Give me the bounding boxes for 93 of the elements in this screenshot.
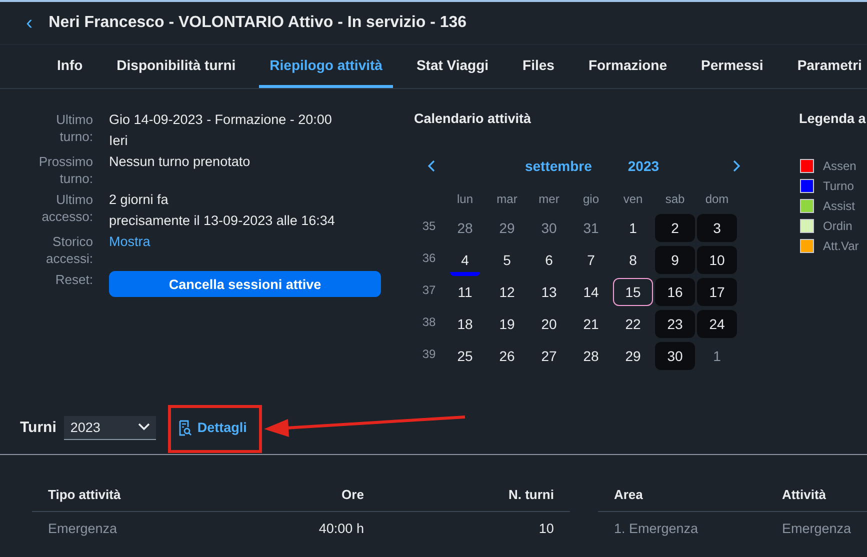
calendar-day[interactable]: 11 — [445, 278, 485, 306]
tab[interactable]: Info — [46, 45, 94, 88]
tab[interactable]: Parametri — [786, 45, 867, 88]
calendar-day[interactable]: 20 — [529, 310, 569, 338]
tab[interactable]: Formazione — [577, 45, 678, 88]
week-number: 35 — [421, 218, 437, 235]
calendar-day[interactable]: 28 — [445, 214, 485, 242]
column-header: N. turni — [507, 486, 554, 502]
weekday-label: dom — [704, 191, 730, 208]
calendar-day[interactable]: 27 — [529, 342, 569, 370]
week-number: 38 — [421, 314, 437, 331]
field-value: Nessun turno prenotato — [109, 153, 250, 170]
tab[interactable]: Files — [512, 45, 566, 88]
calendar-day[interactable]: 8 — [613, 246, 653, 274]
weekday-label: ven — [622, 191, 644, 208]
calendar-day[interactable]: 23 — [655, 310, 695, 338]
week-number: 37 — [421, 282, 437, 299]
details-button[interactable]: Dettagli — [174, 420, 251, 436]
calendar-day[interactable]: 1 — [613, 214, 653, 242]
calendar-day[interactable]: 29 — [487, 214, 527, 242]
calendar-day[interactable]: 30 — [655, 342, 695, 370]
calendar-day[interactable]: 25 — [445, 342, 485, 370]
calendar-day[interactable]: 13 — [529, 278, 569, 306]
table-cell-text: 10 — [538, 520, 554, 536]
column-header: Area — [614, 486, 644, 502]
clear-sessions-button[interactable]: Cancella sessioni attive — [109, 271, 381, 297]
calendar-day[interactable]: 22 — [613, 310, 653, 338]
tab[interactable]: Disponibilità turni — [106, 45, 247, 88]
calendar-day[interactable]: 5 — [487, 246, 527, 274]
calendar-title: Calendario attività — [414, 111, 532, 126]
calendar-day[interactable]: 31 — [571, 214, 611, 242]
calendar-day[interactable]: 7 — [571, 246, 611, 274]
tab[interactable]: Stat Viaggi — [405, 45, 500, 88]
weekday-label: mar — [496, 191, 518, 208]
calendar-day[interactable]: 30 — [529, 214, 569, 242]
document-search-icon — [178, 420, 192, 436]
weekday-label: lun — [456, 191, 474, 208]
year-button[interactable]: 2023 — [628, 158, 660, 174]
tab[interactable]: Riepilogo attività — [258, 45, 394, 88]
calendar-day[interactable]: 3 — [697, 214, 737, 242]
field-value: Gio 14-09-2023 - Formazione - 20:00 — [109, 111, 332, 128]
calendar-day[interactable]: 4 — [445, 246, 485, 274]
calendar-day[interactable]: 19 — [487, 310, 527, 338]
tab[interactable]: Permessi — [690, 45, 774, 88]
legend-label: Ordin — [823, 219, 852, 233]
calendar-day[interactable]: 15 — [613, 278, 653, 306]
field-label: Storico accessi: — [45, 233, 93, 267]
weekday-label: mer — [538, 191, 560, 208]
table-cell: Emergenza — [782, 520, 851, 536]
calendar-day[interactable]: 14 — [571, 278, 611, 306]
chevron-down-icon — [138, 423, 150, 431]
legend-title: Legenda a — [799, 111, 867, 126]
weekday-label: sab — [664, 191, 686, 208]
calendar-day[interactable]: 28 — [571, 342, 611, 370]
window-title: Neri Francesco - VOLONTARIO Attivo - In servizio - 136 — [48, 14, 467, 32]
calendar-day[interactable]: 29 — [613, 342, 653, 370]
calendar-day[interactable]: 17 — [697, 278, 737, 306]
calendar-day[interactable]: 10 — [697, 246, 737, 274]
field-value: precisamente il 13-09-2023 alle 16:34 — [109, 212, 335, 229]
back-button[interactable]: ‹ — [26, 12, 33, 34]
field-label: Reset: — [54, 271, 93, 289]
column-header: Ore — [340, 486, 364, 502]
field-label: Prossimo turno: — [38, 153, 93, 187]
field-value: 2 giorni fa — [109, 191, 168, 208]
weekday-label: gio — [582, 191, 600, 208]
legend-label: Assen — [823, 159, 856, 173]
calendar-day[interactable]: 2 — [655, 214, 695, 242]
month-button[interactable]: settembre — [524, 158, 592, 174]
calendar-day[interactable]: 21 — [571, 310, 611, 338]
section-title: Turni — [20, 419, 56, 436]
calendar-day[interactable]: 26 — [487, 342, 527, 370]
field-label: Ultimo accesso: — [40, 191, 93, 226]
field-value: Ieri — [109, 132, 128, 149]
calendar-day[interactable]: 1 — [697, 342, 737, 370]
calendar-day[interactable]: 12 — [487, 278, 527, 306]
year-select[interactable]: 2023 — [64, 416, 156, 440]
table-cell-text: Emergenza — [48, 520, 118, 536]
calendar-day[interactable]: 6 — [529, 246, 569, 274]
week-number: 36 — [421, 250, 437, 267]
legend-label: Assist — [823, 199, 856, 213]
table-cell-text: 40:00 h — [318, 520, 364, 536]
calendar-day[interactable]: 9 — [655, 246, 695, 274]
table-cell-text: 1. Emergenza — [614, 520, 699, 536]
calendar-day[interactable]: 18 — [445, 310, 485, 338]
calendar-day[interactable]: 16 — [655, 278, 695, 306]
legend-label: Att.Var — [823, 239, 859, 253]
show-link[interactable]: Mostra — [109, 233, 150, 250]
column-header: Tipo attività — [48, 486, 122, 502]
week-number: 39 — [421, 346, 437, 363]
legend-label: Turno — [823, 179, 854, 193]
calendar-day[interactable]: 24 — [697, 310, 737, 338]
column-header: Attività — [782, 486, 828, 502]
field-label: Ultimo turno: — [55, 111, 93, 146]
